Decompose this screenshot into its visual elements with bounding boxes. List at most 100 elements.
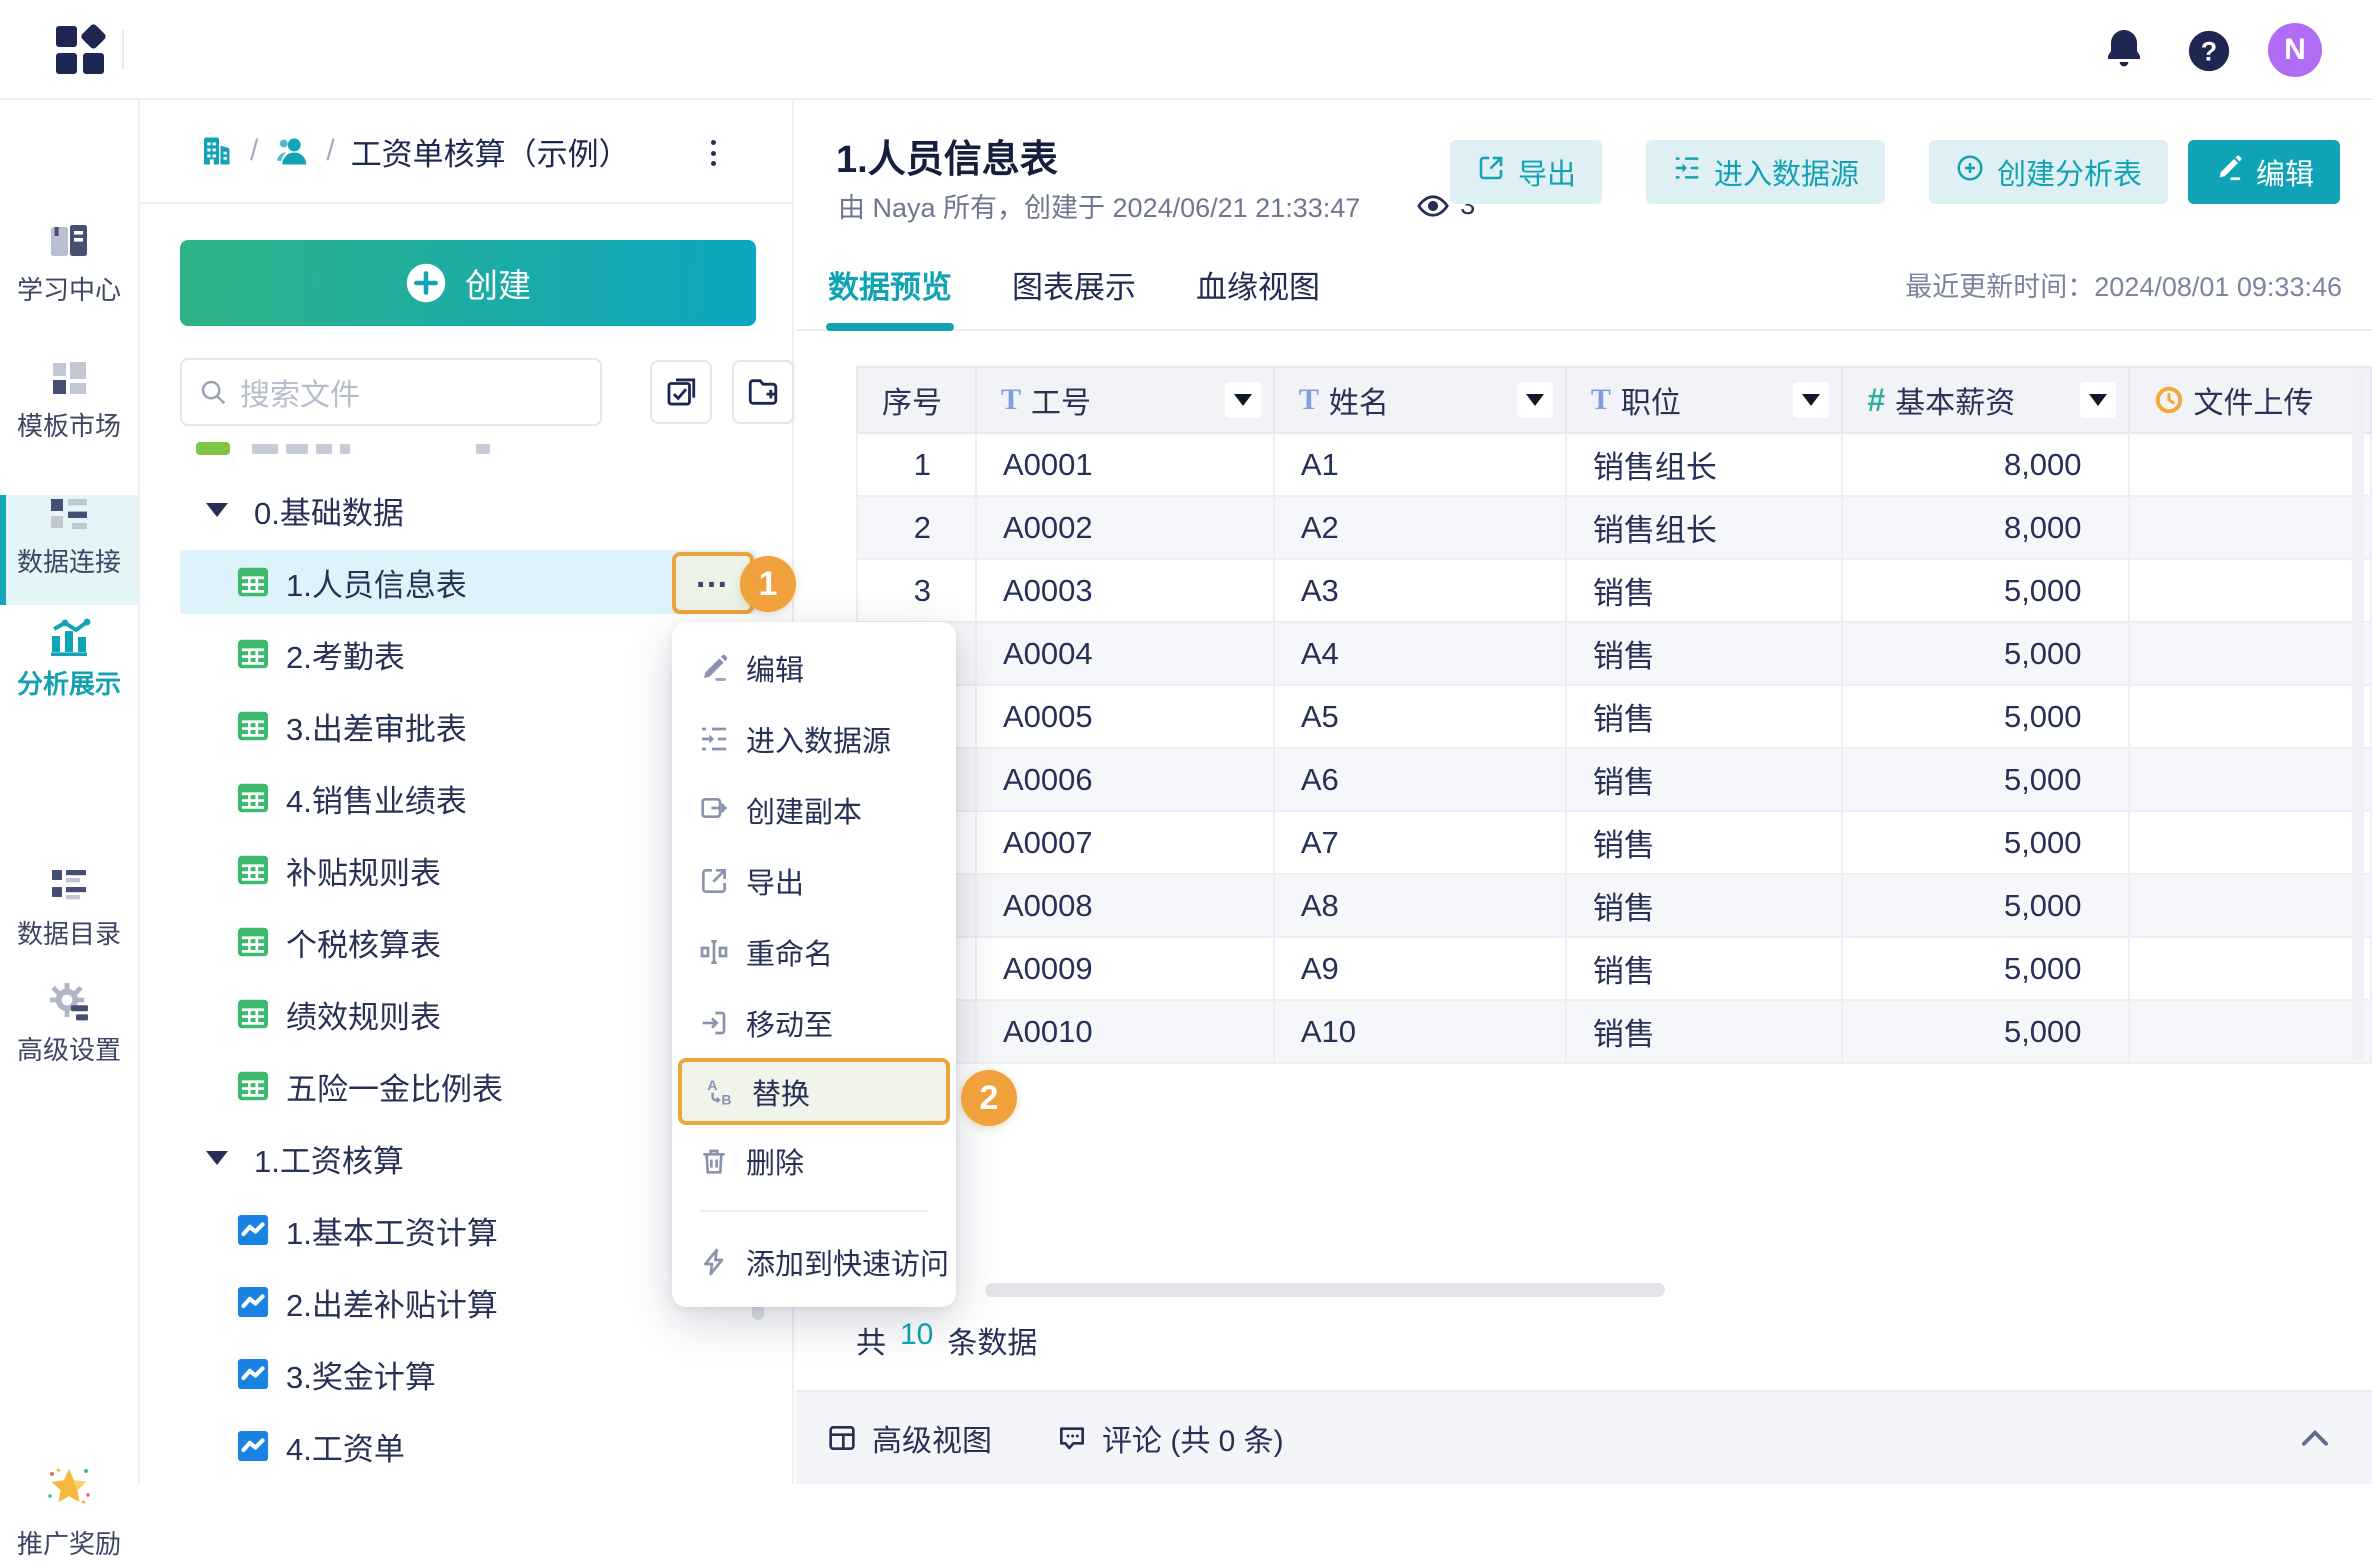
table-cell: A0003: [976, 559, 1274, 622]
enter-source-icon: [1672, 153, 1702, 191]
tab-数据预览[interactable]: 数据预览: [826, 240, 954, 329]
table-cell: 销售: [1566, 622, 1842, 685]
table-row[interactable]: 4A0004A4销售5,000: [857, 622, 2371, 685]
enter-source-icon: [698, 723, 730, 755]
tab-血缘视图[interactable]: 血缘视图: [1194, 240, 1322, 329]
user-avatar[interactable]: N: [2268, 23, 2322, 77]
menu-item-编辑[interactable]: 编辑: [672, 632, 956, 703]
tree-item-label: 1.基本工资计算: [286, 1208, 498, 1253]
table-cell: A8: [1274, 874, 1566, 937]
advanced-view-button[interactable]: 高级视图: [826, 1416, 992, 1460]
menu-item-label: 编辑: [746, 647, 804, 689]
menu-item-删除[interactable]: 删除: [672, 1125, 956, 1196]
column-header-工号: T工号: [976, 367, 1274, 433]
action-button-进入数据源[interactable]: 进入数据源: [1646, 140, 1885, 204]
search-input[interactable]: 搜索文件: [180, 358, 602, 426]
table-icon: [234, 563, 272, 601]
column-filter-dropdown[interactable]: [1225, 382, 1261, 418]
column-header-label: 工号: [1031, 378, 1091, 422]
create-button[interactable]: 创建: [180, 240, 756, 326]
last-updated-text: 最近更新时间：2024/08/01 09:33:46: [1905, 240, 2342, 329]
multi-select-icon[interactable]: [650, 360, 712, 424]
table-cell: 5,000: [1842, 811, 2128, 874]
project-kebab-menu-icon[interactable]: [698, 136, 728, 170]
tree-item-3.奖金计算[interactable]: 3.奖金计算: [140, 1338, 792, 1410]
tree-item-label: 五险一金比例表: [286, 1064, 503, 1109]
svg-text:A: A: [707, 1077, 717, 1093]
table-cell: [2129, 622, 2371, 685]
tree-item-4.工资单[interactable]: 4.工资单: [140, 1410, 792, 1482]
analysis-icon: [45, 612, 93, 660]
header-actions: 导出进入数据源 创建分析表 编辑: [1450, 140, 2340, 204]
help-icon[interactable]: ?: [2186, 28, 2232, 74]
table-cell: A2: [1274, 496, 1566, 559]
table-cell: 5,000: [1842, 748, 2128, 811]
breadcrumb-project-name[interactable]: 工资单核算（示例）: [351, 129, 630, 174]
table-row[interactable]: 3A0003A3销售5,000: [857, 559, 2371, 622]
caret-down-icon[interactable]: [206, 503, 228, 517]
number-type-icon: #: [1867, 382, 1885, 419]
menu-item-创建副本[interactable]: 创建副本: [672, 774, 956, 845]
table-icon: [234, 1067, 272, 1105]
column-header-职位: T职位: [1566, 367, 1842, 433]
action-button-label: 创建分析表: [1997, 151, 2142, 193]
menu-item-移动至[interactable]: 移动至: [672, 987, 956, 1058]
table-row[interactable]: 8A0008A8销售5,000: [857, 874, 2371, 937]
menu-item-导出[interactable]: 导出: [672, 845, 956, 916]
menu-item-label: 删除: [746, 1140, 804, 1182]
table-vertical-scrollbar[interactable]: [2352, 368, 2364, 1060]
tab-图表展示[interactable]: 图表展示: [1010, 240, 1138, 329]
table-cell: A0009: [976, 937, 1274, 1000]
app-logo-icon[interactable]: [56, 26, 104, 74]
tabs-bar: 数据预览图表展示血缘视图 最近更新时间：2024/08/01 09:33:46: [796, 240, 2372, 331]
new-folder-icon[interactable]: [732, 360, 794, 424]
table-row[interactable]: 7A0007A7销售5,000: [857, 811, 2371, 874]
menu-item-进入数据源[interactable]: 进入数据源: [672, 703, 956, 774]
svg-text:?: ?: [2201, 37, 2217, 67]
table-row[interactable]: 10A0010A10销售5,000: [857, 1000, 2371, 1063]
table-icon: [234, 995, 272, 1033]
action-button-导出[interactable]: 导出: [1450, 140, 1602, 204]
sidebar-item-label: 数据连接: [0, 542, 138, 579]
templates-icon: [45, 354, 93, 402]
table-cell: 销售组长: [1566, 496, 1842, 559]
tree-folder-0.基础数据[interactable]: 0.基础数据: [140, 474, 792, 546]
menu-item-label: 添加到快速访问: [746, 1241, 949, 1283]
menu-item-重命名[interactable]: 重命名: [672, 916, 956, 987]
advanced-view-label: 高级视图: [872, 1416, 992, 1460]
team-person-icon[interactable]: [274, 133, 310, 169]
table-row[interactable]: 5A0005A5销售5,000: [857, 685, 2371, 748]
table-icon: [234, 707, 272, 745]
table-row[interactable]: 2A0002A2销售组长8,000: [857, 496, 2371, 559]
collapse-chevron-up-icon[interactable]: [2296, 1420, 2334, 1458]
action-button-创建分析表[interactable]: 创建分析表: [1929, 140, 2168, 204]
table-cell: [2129, 685, 2371, 748]
column-header-label: 基本薪资: [1895, 378, 2015, 422]
comments-button[interactable]: 评论 (共 0 条): [1056, 1416, 1284, 1460]
column-filter-dropdown[interactable]: [1517, 382, 1553, 418]
edit-white-icon: [2214, 153, 2244, 191]
edit-icon: [698, 652, 730, 684]
replace-icon: AB: [704, 1076, 736, 1108]
rewards-icon: [45, 1464, 93, 1512]
column-filter-dropdown[interactable]: [2080, 382, 2116, 418]
top-bar: ? N: [0, 0, 2372, 100]
connections-icon: [45, 490, 93, 538]
menu-item-替换[interactable]: AB替换: [678, 1058, 950, 1125]
table-row[interactable]: 9A0009A9销售5,000: [857, 937, 2371, 1000]
org-building-icon[interactable]: [198, 133, 234, 169]
table-row[interactable]: 1A0001A1销售组长8,000: [857, 433, 2371, 496]
column-filter-dropdown[interactable]: [1793, 382, 1829, 418]
table-horizontal-scrollbar[interactable]: [985, 1283, 1665, 1297]
menu-item-添加到快速访问[interactable]: 添加到快速访问: [672, 1226, 956, 1297]
caret-down-icon[interactable]: [206, 1151, 228, 1165]
notifications-bell-icon[interactable]: [2100, 26, 2148, 74]
menu-divider: [700, 1210, 928, 1212]
table-row[interactable]: 6A0006A6销售5,000: [857, 748, 2371, 811]
move-icon: [698, 1007, 730, 1039]
advanced-view-icon: [826, 1422, 858, 1454]
tree-item-label: 2.考勤表: [286, 632, 405, 677]
table-cell: 销售组长: [1566, 433, 1842, 496]
action-button-编辑[interactable]: 编辑: [2188, 140, 2340, 204]
menu-item-label: 移动至: [746, 1002, 833, 1044]
